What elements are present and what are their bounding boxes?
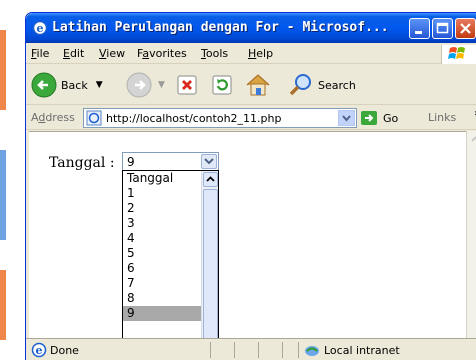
forward-button[interactable]: ▼ [126, 70, 165, 100]
svg-text:e: e [37, 22, 44, 35]
menu-favorites[interactable]: Favorites [137, 47, 187, 60]
decor-bar [0, 150, 6, 240]
browser-window: e Latihan Perulangan dengan For - Micros… [25, 12, 476, 360]
svg-text:e: e [36, 344, 43, 357]
menu-edit-label: dit [69, 47, 85, 60]
stop-icon [177, 75, 197, 95]
status-divider [234, 342, 235, 358]
back-button[interactable]: Back ▼ [31, 70, 103, 100]
links-label[interactable]: Links [428, 111, 456, 124]
option-item[interactable]: 6 [123, 261, 201, 276]
menu-file[interactable]: File [31, 47, 49, 60]
refresh-icon [212, 75, 232, 95]
tanggal-options-list: Tanggal 1 2 3 4 5 6 7 8 9 [122, 170, 219, 360]
menu-file-label: ile [36, 47, 50, 60]
maximize-button[interactable] [432, 18, 453, 39]
search-label: Search [318, 78, 356, 92]
status-divider [210, 342, 211, 358]
menu-view[interactable]: View [99, 47, 125, 60]
search-button[interactable]: Search [288, 70, 356, 100]
title-bar[interactable]: e Latihan Perulangan dengan For - Micros… [26, 13, 476, 43]
close-icon [460, 23, 471, 34]
ie-icon: e [32, 20, 48, 36]
menu-help[interactable]: Help [248, 47, 273, 60]
go-label: Go [383, 111, 399, 125]
scroll-up-button[interactable] [203, 172, 218, 187]
standard-toolbar: Back ▼ ▼ Search [26, 65, 476, 105]
page-icon [86, 110, 102, 126]
back-dropdown-icon[interactable]: ▼ [96, 80, 103, 90]
status-text: Done [50, 344, 79, 357]
page-content: Tanggal : 9 Tanggal 1 2 3 4 5 6 7 8 9 [29, 131, 469, 360]
minimize-icon [415, 31, 422, 34]
address-input[interactable]: http://localhost/contoh2_11.php [83, 108, 357, 128]
option-item[interactable]: 2 [123, 201, 201, 216]
status-divider [258, 342, 259, 358]
forward-arrow-icon [126, 72, 152, 98]
address-bar: Address http://localhost/contoh2_11.php … [26, 106, 476, 130]
windows-flag-icon [448, 47, 465, 59]
options-scrollbar[interactable] [201, 171, 218, 360]
address-label-rest: dress [45, 111, 75, 124]
menu-edit[interactable]: Edit [63, 47, 84, 60]
decor-bar [0, 270, 6, 340]
windows-logo [441, 45, 476, 64]
chevron-up-icon[interactable] [468, 132, 476, 147]
option-item[interactable]: 4 [123, 231, 201, 246]
menu-favorites-label: vorites [149, 47, 187, 60]
local-intranet-icon [305, 346, 319, 356]
chevron-down-icon [204, 158, 214, 165]
decor-bar [0, 30, 6, 110]
zone-text: Local intranet [324, 344, 400, 357]
option-item[interactable]: 3 [123, 216, 201, 231]
chevron-down-icon [342, 115, 351, 122]
tanggal-select[interactable]: 9 [122, 152, 219, 171]
menu-edit-accel: E [63, 47, 70, 60]
page-scrollbar[interactable] [466, 131, 476, 360]
back-label: Back [61, 78, 88, 92]
window-title: Latihan Perulangan dengan For - Microsof… [52, 20, 389, 35]
menu-tools-label: ools [205, 47, 229, 60]
select-dropdown-button[interactable] [201, 154, 217, 169]
option-item[interactable]: 7 [123, 276, 201, 291]
forward-dropdown-icon[interactable]: ▼ [158, 80, 165, 90]
scroll-thumb[interactable] [203, 189, 218, 360]
stop-button[interactable] [176, 70, 198, 100]
status-divider [298, 342, 299, 358]
home-button[interactable] [244, 70, 272, 100]
address-label: Address [31, 111, 75, 124]
option-item[interactable]: Tanggal [123, 171, 201, 186]
tanggal-label: Tanggal : [49, 155, 115, 171]
ie-page-icon: e [31, 342, 47, 358]
address-dropdown-button[interactable] [338, 110, 355, 126]
go-button[interactable]: Go [360, 109, 398, 127]
menu-help-label: elp [256, 47, 274, 60]
option-item[interactable]: 5 [123, 246, 201, 261]
maximize-icon [436, 22, 449, 34]
status-bar: e Done Local intranet [26, 338, 476, 360]
refresh-button[interactable] [211, 70, 233, 100]
tanggal-select-value: 9 [127, 155, 135, 169]
go-arrow-icon [361, 111, 377, 125]
menu-view-label: iew [106, 47, 126, 60]
address-url: http://localhost/contoh2_11.php [106, 112, 282, 125]
menu-bar: File Edit View Favorites Tools Help [26, 44, 476, 64]
option-item[interactable]: 1 [123, 186, 201, 201]
chevron-up-icon [206, 176, 215, 182]
minimize-button[interactable] [409, 18, 430, 39]
option-item-selected[interactable]: 9 [123, 306, 201, 321]
home-icon [246, 74, 270, 96]
options-list: Tanggal 1 2 3 4 5 6 7 8 9 [123, 171, 201, 321]
option-item[interactable]: 8 [123, 291, 201, 306]
close-button[interactable] [455, 18, 476, 39]
menu-tools[interactable]: Tools [201, 47, 228, 60]
search-icon [289, 74, 311, 96]
status-divider [282, 342, 283, 358]
back-arrow-icon [31, 72, 57, 98]
